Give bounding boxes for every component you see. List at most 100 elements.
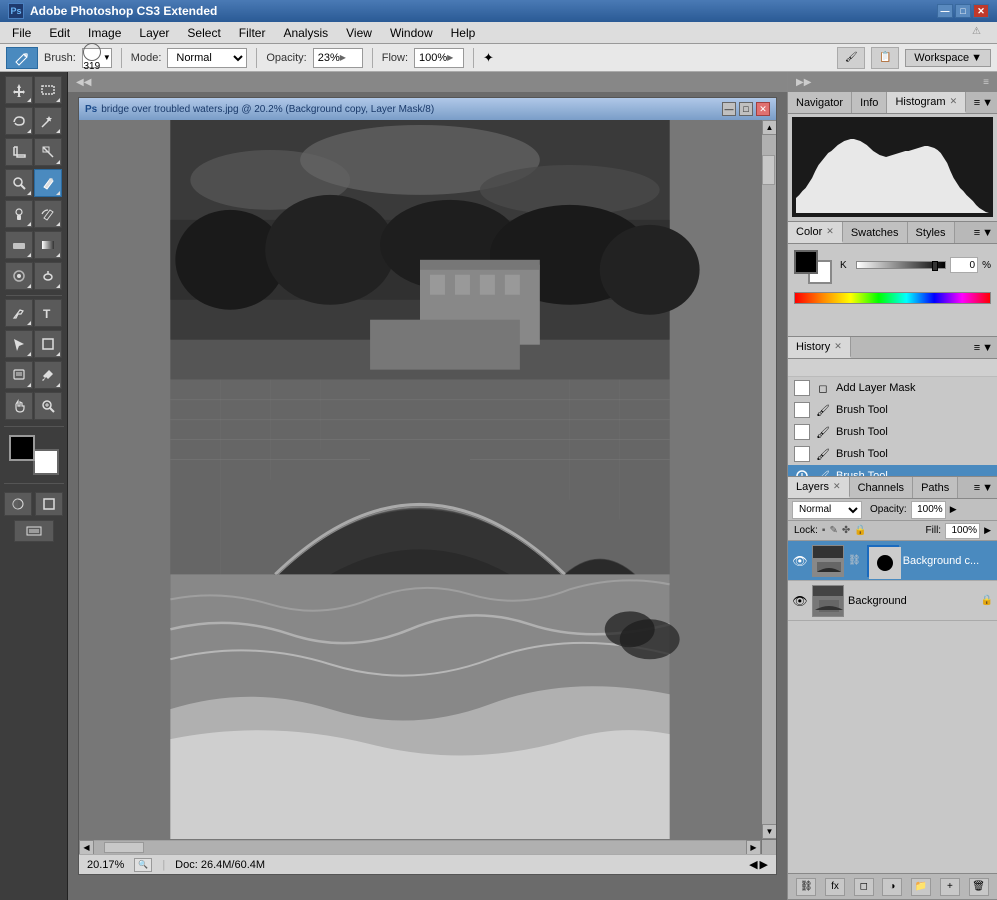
- menu-edit[interactable]: Edit: [41, 24, 78, 42]
- scroll-track-h[interactable]: [94, 841, 746, 854]
- opacity-arrow[interactable]: ▶: [950, 504, 957, 515]
- scroll-down-btn[interactable]: ▼: [762, 824, 776, 839]
- panel-collapse-left[interactable]: ◀◀: [72, 77, 95, 88]
- path-select-tool[interactable]: [5, 330, 33, 358]
- move-tool[interactable]: [5, 76, 33, 104]
- tab-layers[interactable]: Layers ✕: [788, 477, 850, 498]
- flow-input[interactable]: 100% ▶: [414, 48, 464, 68]
- color-spectrum[interactable]: [794, 292, 991, 304]
- menu-image[interactable]: Image: [80, 24, 129, 42]
- eyedropper-tool[interactable]: [34, 361, 62, 389]
- panel-options-right[interactable]: ≡: [979, 77, 993, 88]
- close-button[interactable]: ✕: [973, 4, 989, 18]
- tab-paths[interactable]: Paths: [913, 477, 958, 498]
- notes-tool[interactable]: [5, 361, 33, 389]
- layer-vis-bg-copy[interactable]: 👁: [792, 553, 808, 569]
- crop-tool[interactable]: [5, 138, 33, 166]
- lock-all-icon[interactable]: 🔒: [854, 525, 866, 536]
- menu-select[interactable]: Select: [179, 24, 228, 42]
- tab-color[interactable]: Color ✕: [788, 222, 843, 243]
- canvas-area[interactable]: OceanofFXG Ps: [79, 120, 761, 839]
- slice-tool[interactable]: [34, 138, 62, 166]
- minimize-button[interactable]: —: [937, 4, 953, 18]
- panel-collapse-right[interactable]: ▶▶: [792, 77, 815, 88]
- blend-mode-select[interactable]: Normal: [792, 501, 862, 519]
- brush-tool[interactable]: [34, 169, 62, 197]
- color-picker[interactable]: [9, 435, 59, 475]
- adjustment-layer-btn[interactable]: ◑: [882, 878, 902, 896]
- doc-scrollbar-vertical[interactable]: ▲ ▼: [761, 120, 776, 839]
- menu-help[interactable]: Help: [443, 24, 484, 42]
- color-options[interactable]: ≡ ▼: [970, 222, 997, 243]
- fg-bg-display[interactable]: [794, 250, 832, 284]
- history-item-2[interactable]: 🖌 Brush Tool: [788, 399, 997, 421]
- history-close[interactable]: ✕: [834, 341, 842, 352]
- lock-pixels-icon[interactable]: ✎: [829, 525, 837, 536]
- k-slider[interactable]: [856, 261, 946, 269]
- scroll-left-btn[interactable]: ◀: [79, 840, 94, 855]
- menu-filter[interactable]: Filter: [231, 24, 274, 42]
- fill-value-input[interactable]: [945, 523, 980, 539]
- standard-mode[interactable]: [35, 492, 63, 516]
- pen-tool[interactable]: [5, 299, 33, 327]
- tab-info[interactable]: Info: [852, 92, 887, 113]
- flow-arrow[interactable]: ▶: [447, 53, 453, 62]
- tool-preset-btn[interactable]: 🖌: [837, 47, 865, 69]
- layers-options[interactable]: ≡ ▼: [970, 477, 997, 498]
- histogram-close[interactable]: ✕: [950, 96, 958, 107]
- foreground-swatch[interactable]: [794, 250, 818, 274]
- doc-close-btn[interactable]: ✕: [756, 102, 770, 116]
- history-item-5[interactable]: 🖌 Brush Tool: [788, 465, 997, 476]
- blur-tool[interactable]: [5, 262, 33, 290]
- eraser-tool[interactable]: [5, 231, 33, 259]
- tab-channels[interactable]: Channels: [850, 477, 913, 498]
- opacity-value-input[interactable]: [911, 501, 946, 519]
- gradient-tool[interactable]: [34, 231, 62, 259]
- brush-preview[interactable]: 319 ▼: [82, 48, 112, 68]
- tab-histogram[interactable]: Histogram ✕: [887, 92, 966, 113]
- scroll-up-btn[interactable]: ▲: [762, 120, 776, 135]
- lasso-tool[interactable]: [5, 107, 33, 135]
- scroll-thumb-v[interactable]: [762, 155, 775, 185]
- mode-select[interactable]: Normal: [167, 48, 247, 68]
- layer-item-bg-copy[interactable]: 👁 ⛓ Background c...: [788, 541, 997, 581]
- hand-tool[interactable]: [5, 392, 33, 420]
- doc-maximize-btn[interactable]: □: [739, 102, 753, 116]
- history-options[interactable]: ≡ ▼: [970, 337, 997, 358]
- tab-history[interactable]: History ✕: [788, 337, 851, 358]
- tab-navigator[interactable]: Navigator: [788, 92, 852, 113]
- histogram-options[interactable]: ≡ ▼: [970, 92, 997, 113]
- zoom-menu[interactable]: 🔍: [134, 858, 152, 872]
- layers-close[interactable]: ✕: [833, 481, 841, 492]
- menu-file[interactable]: File: [4, 24, 39, 42]
- lock-transparent-icon[interactable]: ▪: [822, 525, 826, 536]
- k-value[interactable]: [950, 257, 978, 273]
- new-layer-btn[interactable]: +: [940, 878, 960, 896]
- k-thumb[interactable]: [932, 261, 938, 271]
- doc-scrollbar-horizontal[interactable]: ◀ ▶: [79, 839, 761, 854]
- quick-mask-mode[interactable]: [4, 492, 32, 516]
- history-brush-tool[interactable]: [34, 200, 62, 228]
- delete-layer-btn[interactable]: 🗑: [969, 878, 989, 896]
- menu-layer[interactable]: Layer: [131, 24, 177, 42]
- layer-mask-btn[interactable]: ◻: [854, 878, 874, 896]
- zoom-tool[interactable]: [34, 392, 62, 420]
- text-tool[interactable]: T: [34, 299, 62, 327]
- maximize-button[interactable]: □: [955, 4, 971, 18]
- scroll-thumb-h[interactable]: [104, 842, 144, 853]
- color-close[interactable]: ✕: [826, 226, 834, 237]
- scroll-right-btn[interactable]: ▶: [746, 840, 761, 855]
- healing-brush-tool[interactable]: [5, 169, 33, 197]
- layer-item-background[interactable]: 👁 Background 🔒: [788, 581, 997, 621]
- foreground-color[interactable]: [9, 435, 35, 461]
- doc-minimize-btn[interactable]: —: [722, 102, 736, 116]
- tab-styles[interactable]: Styles: [908, 222, 955, 243]
- magic-wand-tool[interactable]: [34, 107, 62, 135]
- opacity-arrow[interactable]: ▶: [340, 53, 346, 62]
- link-layers-btn[interactable]: ⛓: [796, 878, 816, 896]
- opacity-input[interactable]: 23% ▶: [313, 48, 363, 68]
- background-color[interactable]: [33, 449, 59, 475]
- history-item-1[interactable]: ◻ Add Layer Mask: [788, 377, 997, 399]
- fill-arrow[interactable]: ▶: [984, 525, 991, 536]
- lock-position-icon[interactable]: ✤: [842, 525, 850, 536]
